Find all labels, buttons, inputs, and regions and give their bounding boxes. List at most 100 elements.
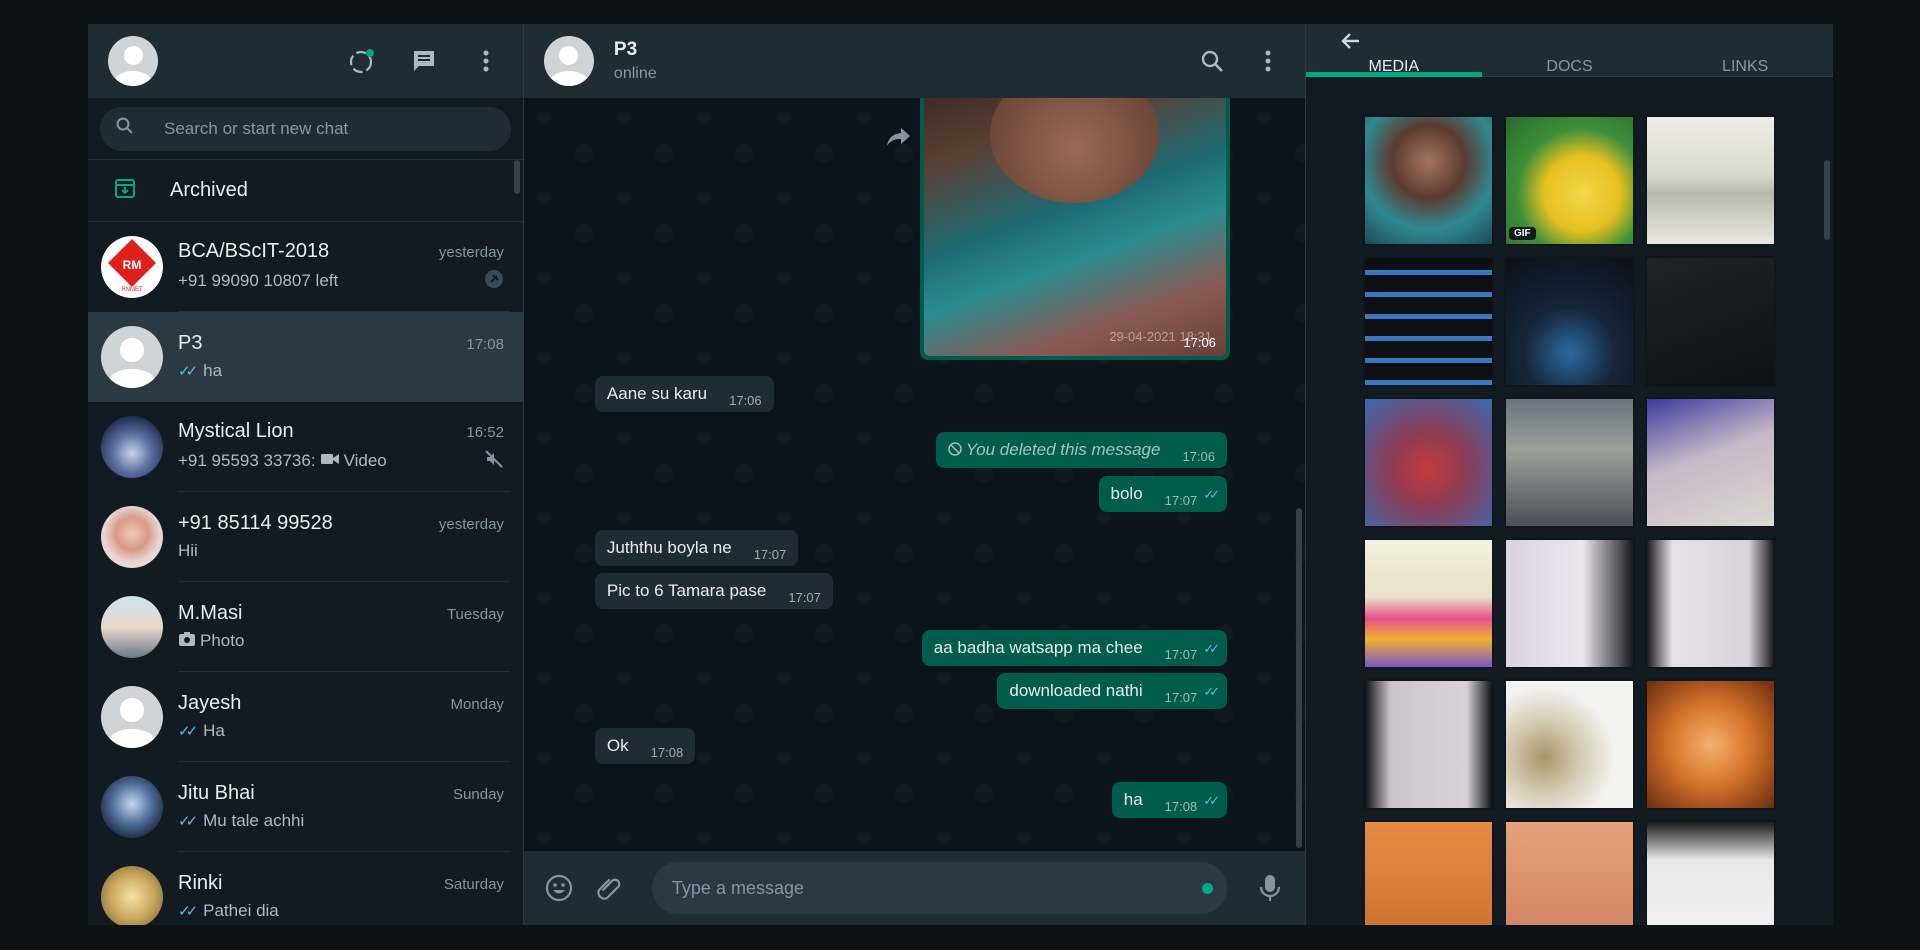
message-text: You deleted this message: [965, 440, 1161, 459]
incoming-message[interactable]: Ok 17:08: [594, 728, 696, 764]
avatar: [101, 416, 163, 478]
incoming-message[interactable]: Aane su karu 17:06: [594, 376, 774, 412]
chat-item[interactable]: +91 85114 99528 yesterday Hii: [88, 492, 523, 582]
search-box[interactable]: [100, 106, 511, 151]
chat-time: yesterday: [438, 516, 504, 533]
media-thumbnail[interactable]: [1363, 115, 1494, 246]
media-thumbnail[interactable]: [1504, 397, 1635, 528]
media-thumbnail[interactable]: [1645, 397, 1776, 528]
chat-preview: Hii: [178, 541, 198, 560]
chat-preview: ha: [203, 361, 223, 380]
media-thumbnail[interactable]: [1504, 820, 1635, 925]
media-thumbnail[interactable]: [1363, 256, 1494, 387]
media-thumbnail[interactable]: [1363, 397, 1494, 528]
media-thumbnail[interactable]: [1645, 115, 1776, 246]
attach-icon[interactable]: [592, 871, 626, 905]
image-message[interactable]: 29-04-2021 18:31 17:06: [919, 98, 1230, 360]
outgoing-message[interactable]: downloaded nathi 17:07 ✓✓: [997, 673, 1227, 709]
chat-name: Jitu Bhai: [178, 782, 255, 804]
media-thumbnail[interactable]: [1504, 256, 1635, 387]
camera-icon: [178, 631, 196, 652]
archived-label: Archived: [170, 179, 248, 201]
media-thumbnail[interactable]: [1504, 679, 1635, 810]
outgoing-message[interactable]: ha 17:08 ✓✓: [1111, 782, 1227, 818]
tab-media[interactable]: MEDIA: [1306, 58, 1482, 77]
incoming-message[interactable]: Pic to 6 Tamara pase 17:07: [594, 573, 833, 609]
new-chat-icon[interactable]: [407, 44, 441, 78]
message-time: 17:06: [729, 393, 762, 408]
media-thumbnail[interactable]: [1645, 256, 1776, 387]
double-tick-icon: ✓✓: [178, 813, 198, 830]
archive-icon: [114, 177, 136, 204]
double-tick-icon: ✓✓: [178, 723, 198, 740]
my-avatar[interactable]: [108, 36, 158, 86]
outgoing-message[interactable]: bolo 17:07 ✓✓: [1098, 476, 1227, 512]
message-photo[interactable]: 29-04-2021 18:31 17:06: [923, 98, 1226, 356]
archived-row[interactable]: Archived: [88, 160, 523, 222]
message-text: Aane su karu: [606, 384, 708, 403]
chat-item[interactable]: Jayesh Monday ✓✓ Ha: [88, 672, 523, 762]
media-thumbnail[interactable]: [1645, 679, 1776, 810]
chat-item[interactable]: P3 17:08 ✓✓ ha: [88, 312, 523, 402]
gif-badge: GIF: [1509, 227, 1536, 240]
media-tabs: MEDIA DOCS LINKS: [1306, 58, 1833, 77]
media-thumbnail[interactable]: [1363, 679, 1494, 810]
incoming-message[interactable]: Juththu boyla ne 17:07: [594, 530, 799, 566]
chat-time: 17:08: [466, 336, 504, 353]
message-scrollbar[interactable]: [1296, 508, 1302, 848]
chat-name: Mystical Lion: [178, 419, 294, 442]
media-thumbnail[interactable]: [1363, 820, 1494, 925]
contact-status: online: [613, 65, 657, 82]
double-tick-icon: ✓✓: [1203, 793, 1220, 808]
media-thumbnail[interactable]: [1504, 538, 1635, 669]
message-time: 17:07: [1164, 647, 1198, 662]
double-tick-icon: ✓✓: [1203, 641, 1220, 656]
avatar: [101, 866, 163, 925]
message-text: aa badha watsapp ma chee: [933, 638, 1143, 657]
emoji-icon[interactable]: [542, 871, 576, 905]
outgoing-message[interactable]: You deleted this message 17:06: [935, 432, 1227, 468]
media-panel: MEDIA DOCS LINKS GIF: [1305, 24, 1833, 925]
message-input-box[interactable]: [651, 862, 1227, 914]
double-tick-icon: ✓✓: [178, 363, 198, 380]
chat-list-scrollbar[interactable]: [513, 160, 520, 194]
tab-docs[interactable]: DOCS: [1482, 58, 1658, 76]
message-input[interactable]: [671, 877, 1207, 899]
search-icon[interactable]: [1195, 44, 1229, 78]
contact-avatar[interactable]: [543, 36, 594, 86]
message-time: 17:06: [1182, 449, 1215, 464]
tab-links[interactable]: LINKS: [1657, 58, 1833, 76]
pin-icon: [484, 269, 504, 294]
media-thumbnail[interactable]: GIF: [1504, 115, 1635, 246]
media-thumbnail[interactable]: [1363, 538, 1494, 669]
chat-item[interactable]: RM RNMET BCA/BScIT-2018 yesterday +91 9909…: [88, 222, 523, 312]
chat-item[interactable]: Rinki Saturday ✓✓ Pathei dia: [88, 852, 523, 925]
message-time: 17:08: [1164, 799, 1198, 814]
chat-time: Sunday: [453, 786, 504, 803]
media-thumbnail[interactable]: [1645, 820, 1776, 925]
chat-name: P3: [178, 332, 203, 354]
status-icon[interactable]: [345, 44, 379, 78]
chat-time: Tuesday: [446, 605, 504, 623]
message-area: 29-04-2021 18:31 17:06 Aane su karu 17:06…: [523, 98, 1305, 851]
microphone-icon[interactable]: [1253, 871, 1287, 905]
search-input[interactable]: [164, 118, 495, 139]
outgoing-message[interactable]: aa badha watsapp ma chee 17:07 ✓✓: [921, 630, 1227, 666]
message-text: Juththu boyla ne: [606, 538, 732, 557]
chat-item[interactable]: Mystical Lion 16:52 +91 95593 33736: Vide…: [88, 402, 523, 492]
menu-icon[interactable]: [469, 44, 503, 78]
avatar: [101, 776, 163, 838]
chat-name: +91 85114 99528: [178, 512, 333, 534]
svg-text:RNMET: RNMET: [121, 287, 143, 293]
media-scrollbar[interactable]: [1824, 160, 1830, 240]
conversation-header[interactable]: P3 online: [523, 24, 1305, 98]
media-thumbnail[interactable]: [1645, 538, 1776, 669]
chat-item[interactable]: Jitu Bhai Sunday ✓✓ Mu tale achhi: [88, 762, 523, 852]
back-arrow-icon[interactable]: [1334, 24, 1368, 58]
chat-item[interactable]: M.Masi Tuesday Photo: [88, 582, 523, 672]
menu-icon[interactable]: [1251, 44, 1285, 78]
media-panel-header: [1306, 24, 1833, 58]
forward-icon[interactable]: [886, 126, 912, 153]
message-time: 17:07: [1164, 690, 1198, 705]
double-tick-icon: ✓✓: [1203, 684, 1220, 699]
